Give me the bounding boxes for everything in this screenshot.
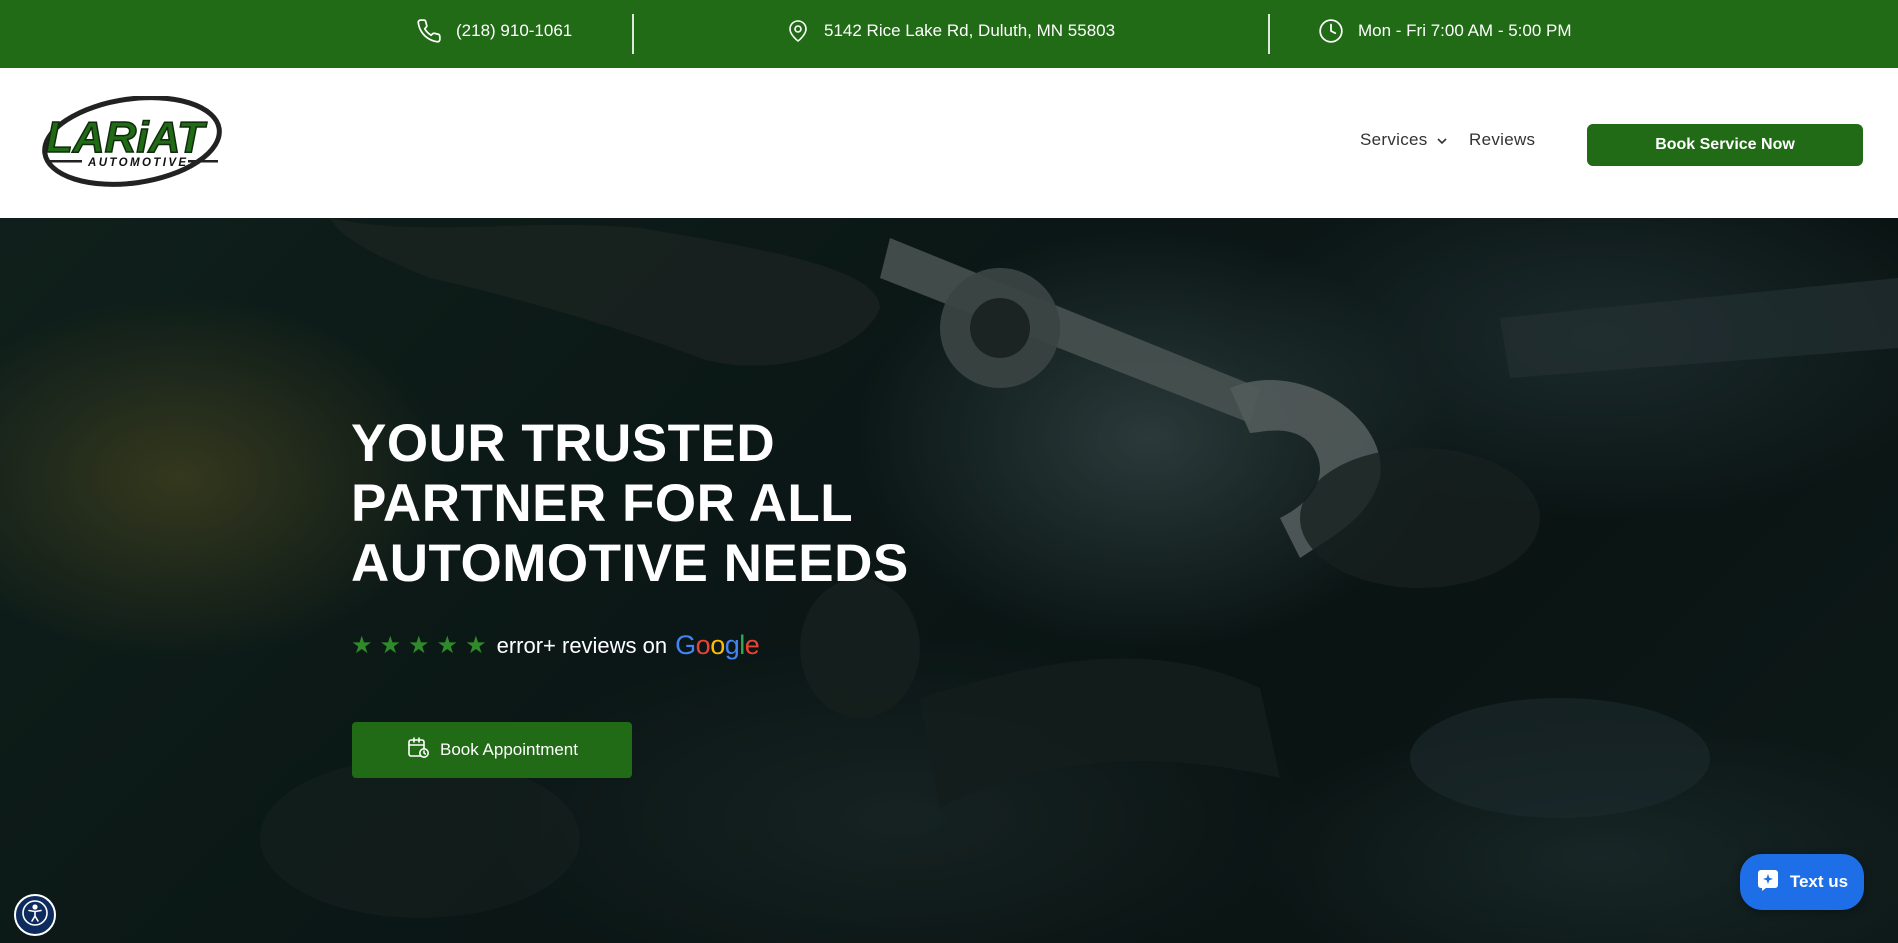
nav-reviews[interactable]: Reviews	[1469, 130, 1535, 150]
accessibility-icon	[21, 899, 49, 932]
location-pin-icon	[786, 18, 810, 44]
address-contact[interactable]: 5142 Rice Lake Rd, Duluth, MN 55803	[786, 18, 1115, 44]
hero-headline-line-1: YOUR TRUSTED	[351, 414, 776, 473]
text-us-label[interactable]: Text us	[1790, 872, 1848, 892]
topbar-divider	[1268, 14, 1270, 54]
star-icon: ★	[465, 632, 487, 659]
top-info-bar: (218) 910-1061 5142 Rice Lake Rd, Duluth…	[0, 0, 1898, 68]
book-appointment-label[interactable]: Book Appointment	[440, 740, 578, 760]
book-appointment-button[interactable]: Book Appointment	[352, 722, 632, 778]
nav-services-label[interactable]: Services	[1360, 130, 1428, 150]
hours-text: Mon - Fri 7:00 AM - 5:00 PM	[1358, 21, 1572, 40]
business-hours: Mon - Fri 7:00 AM - 5:00 PM	[1318, 18, 1572, 44]
hero-headline-line-3: AUTOMOTIVE NEEDS	[351, 534, 909, 593]
phone-number[interactable]: (218) 910-1061	[456, 21, 572, 41]
hero-headline-line-2: PARTNER FOR ALL	[351, 474, 854, 533]
site-header: LARiAT AUTOMOTIVE Services Reviews Book …	[0, 68, 1898, 218]
chat-bubble-icon	[1756, 868, 1780, 897]
calendar-icon	[406, 736, 430, 765]
reviews-count-text: error+ reviews on	[496, 632, 668, 658]
nav-reviews-label[interactable]: Reviews	[1469, 130, 1535, 150]
google-rating: ★ ★ ★ ★ ★ error+ reviews on Google	[351, 630, 760, 661]
hero-headline: YOUR TRUSTED PARTNER FOR ALL AUTOMOTIVE …	[351, 414, 971, 594]
text-us-chat-button[interactable]: Text us	[1740, 854, 1864, 910]
star-icon: ★	[379, 632, 402, 659]
chevron-down-icon[interactable]	[1436, 130, 1448, 150]
star-rating: ★ ★ ★ ★ ★	[351, 631, 487, 660]
address-text[interactable]: 5142 Rice Lake Rd, Duluth, MN 55803	[824, 21, 1115, 41]
svg-text:LARiAT: LARiAT	[46, 113, 207, 162]
hero-section: YOUR TRUSTED PARTNER FOR ALL AUTOMOTIVE …	[0, 218, 1898, 943]
phone-icon	[416, 18, 442, 44]
star-icon: ★	[408, 632, 430, 659]
lariat-automotive-logo[interactable]: LARiAT AUTOMOTIVE	[40, 95, 225, 191]
google-logo: Google	[675, 630, 760, 660]
phone-contact[interactable]: (218) 910-1061	[416, 18, 572, 44]
accessibility-button[interactable]	[14, 894, 56, 936]
star-icon: ★	[351, 632, 373, 659]
topbar-divider	[632, 14, 634, 54]
clock-icon	[1318, 18, 1344, 44]
star-icon: ★	[436, 632, 459, 659]
svg-text:AUTOMOTIVE: AUTOMOTIVE	[87, 157, 188, 169]
nav-services[interactable]: Services	[1360, 130, 1448, 150]
book-service-now-button[interactable]: Book Service Now	[1587, 124, 1863, 166]
